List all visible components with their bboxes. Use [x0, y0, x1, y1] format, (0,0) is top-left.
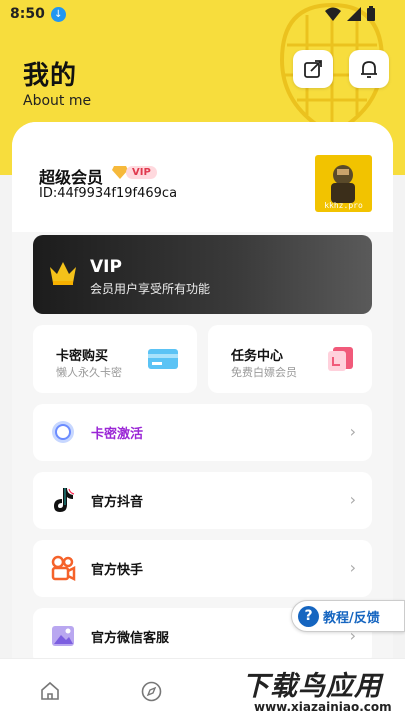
share-button[interactable] — [293, 50, 333, 88]
row-label: 官方抖音 — [91, 495, 144, 510]
help-icon: ? — [298, 605, 319, 627]
share-icon — [304, 60, 322, 78]
home-icon[interactable] — [40, 681, 60, 701]
watermark-url: www.xiazainiao.com — [254, 700, 392, 714]
watermark-main: 下载鸟应用 — [242, 671, 382, 702]
card-icon — [148, 349, 178, 369]
bell-icon — [361, 61, 377, 78]
tile-card-purchase[interactable]: 卡密购买 懒人永久卡密 — [33, 325, 197, 393]
feedback-label: 教程/反馈 — [323, 610, 380, 626]
page-subtitle: About me — [23, 93, 92, 109]
vip-badge-text: VIP — [126, 165, 157, 179]
chevron-right-icon: › — [349, 490, 356, 509]
user-id: ID:44f9934f19f469ca — [39, 186, 178, 201]
watermark: 下载鸟应用 www.xiazainiao.com — [238, 662, 405, 718]
image-icon — [47, 620, 79, 652]
chevron-right-icon: › — [349, 558, 356, 577]
wifi-icon — [325, 7, 341, 21]
row-card-activate[interactable]: 卡密激活 › — [33, 404, 372, 461]
feedback-button[interactable]: ? 教程/反馈 — [291, 600, 405, 632]
row-label: 卡密激活 — [91, 427, 144, 442]
vip-card[interactable]: VIP 会员用户享受所有功能 — [33, 235, 372, 314]
vip-description: 会员用户享受所有功能 — [90, 282, 211, 296]
tile-description: 免费白嫖会员 — [231, 366, 297, 379]
download-icon: ↓ — [50, 6, 66, 22]
status-icons — [325, 6, 375, 21]
status-bar: 8:50 ↓ — [0, 0, 405, 28]
avatar-label: kkhz.pro — [324, 201, 363, 210]
signal-icon — [347, 6, 361, 21]
tile-title: 卡密购买 — [56, 349, 109, 364]
tile-title: 任务中心 — [231, 349, 284, 364]
row-official-kuaishou[interactable]: 官方快手 › — [33, 540, 372, 597]
vip-badge: VIP — [112, 163, 158, 181]
page-title: 我的 — [23, 61, 78, 91]
vip-title: VIP — [90, 257, 122, 277]
crown-icon — [50, 262, 76, 285]
row-official-douyin[interactable]: 官方抖音 › — [33, 472, 372, 529]
status-time: 8:50 — [10, 6, 45, 22]
tiktok-icon — [47, 484, 79, 516]
row-label: 官方快手 — [91, 563, 144, 578]
battery-icon — [367, 6, 375, 21]
user-name: 超级会员 — [39, 168, 104, 187]
avatar[interactable]: kkhz.pro — [315, 155, 372, 212]
notification-button[interactable] — [349, 50, 389, 88]
chevron-right-icon: › — [349, 422, 356, 441]
tile-description: 懒人永久卡密 — [56, 366, 122, 379]
row-label: 官方微信客服 — [91, 631, 170, 646]
kuaishou-icon — [47, 552, 79, 584]
tile-task-center[interactable]: 任务中心 免费白嫖会员 — [208, 325, 372, 393]
task-icon — [328, 347, 353, 371]
activate-icon — [47, 416, 79, 448]
compass-icon[interactable] — [141, 681, 162, 702]
